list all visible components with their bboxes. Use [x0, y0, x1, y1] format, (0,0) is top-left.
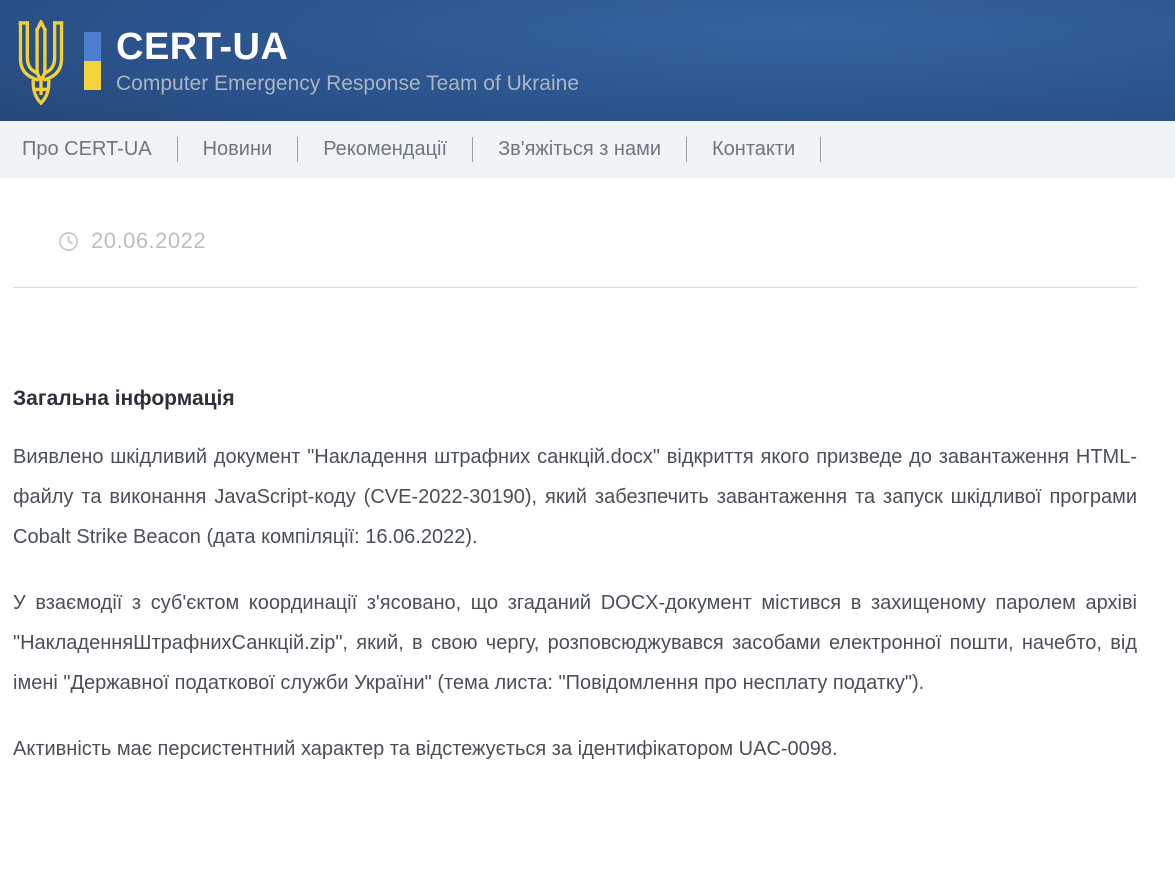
nav-separator [177, 137, 178, 162]
clock-icon [58, 231, 79, 252]
section-heading: Загальна інформація [13, 387, 1137, 411]
nav-item-contacts[interactable]: Контакти [712, 138, 795, 161]
article-paragraph: Виявлено шкідливий документ "Накладення … [13, 437, 1137, 557]
site-title: CERT-UA [116, 27, 579, 69]
nav-separator [472, 137, 473, 162]
article-paragraph: У взаємодії з суб'єктом координації з'яс… [13, 583, 1137, 703]
site-logo[interactable]: CERT-UA Computer Emergency Response Team… [12, 16, 579, 106]
nav-separator [686, 137, 687, 162]
site-subtitle: Computer Emergency Response Team of Ukra… [116, 72, 579, 96]
nav-item-contact-us[interactable]: Зв'яжіться з нами [498, 138, 661, 161]
brand-text: CERT-UA Computer Emergency Response Team… [116, 27, 579, 97]
article-paragraph: Активність має персистентний характер та… [13, 729, 1137, 769]
trident-logo-icon [12, 20, 70, 106]
divider [13, 287, 1137, 288]
nav-item-about[interactable]: Про CERT-UA [22, 138, 152, 161]
article-content: 20.06.2022 Загальна інформація Виявлено … [0, 228, 1175, 769]
nav-item-recommendations[interactable]: Рекомендації [323, 138, 447, 161]
main-nav: Про CERT-UA Новини Рекомендації Зв'яжіть… [0, 121, 1175, 178]
publish-date: 20.06.2022 [91, 228, 206, 254]
nav-separator [820, 137, 821, 162]
nav-separator [297, 137, 298, 162]
ukraine-flag-icon [84, 32, 101, 90]
publish-date-row: 20.06.2022 [58, 228, 1137, 254]
nav-item-news[interactable]: Новини [203, 138, 273, 161]
site-header: CERT-UA Computer Emergency Response Team… [0, 0, 1175, 121]
